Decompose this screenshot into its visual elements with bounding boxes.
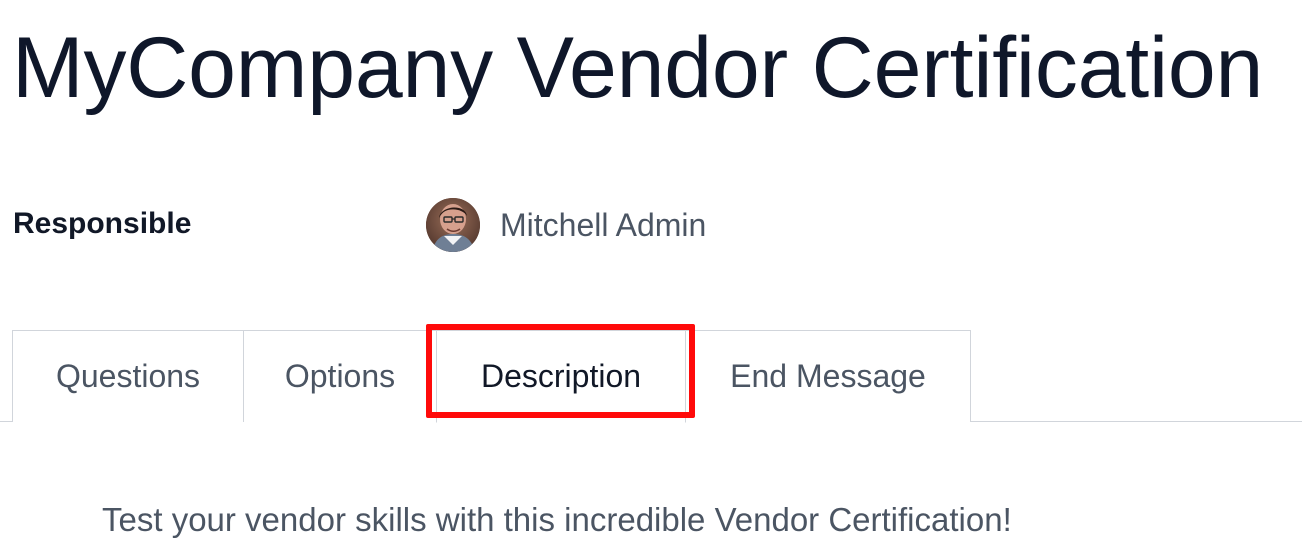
tab-questions[interactable]: Questions — [12, 330, 244, 422]
responsible-user-name[interactable]: Mitchell Admin — [500, 207, 706, 244]
responsible-user-field[interactable]: Mitchell Admin — [426, 198, 706, 252]
page-title: MyCompany Vendor Certification — [12, 20, 1264, 116]
tab-end-message[interactable]: End Message — [685, 330, 971, 422]
tab-description[interactable]: Description — [436, 330, 686, 423]
description-text: Test your vendor skills with this incred… — [102, 501, 1012, 538]
responsible-label: Responsible — [13, 207, 192, 240]
tab-options[interactable]: Options — [243, 330, 437, 422]
user-avatar-icon — [426, 198, 480, 252]
